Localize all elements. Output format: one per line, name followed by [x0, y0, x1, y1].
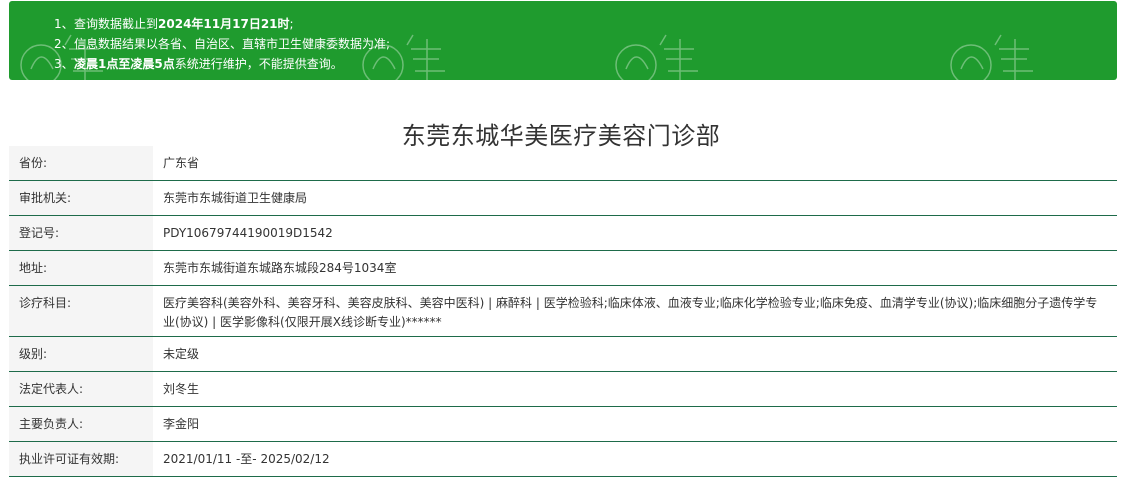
table-row-registration-number: 登记号: PDY10679744190019D1542 [9, 215, 1117, 251]
table-row-license-validity: 执业许可证有效期: 2021/01/11 -至- 2025/02/12 [9, 441, 1117, 477]
notice-banner: 1、查询数据截止到2024年11月17日21时; 2、信息数据结果以各省、自治区… [9, 1, 1117, 80]
row-label: 法定代表人: [9, 371, 153, 407]
row-label-text: 诊疗科目: [19, 296, 72, 310]
row-label-text: 主要负责人: [19, 417, 84, 431]
row-label: 执业许可证有效期: [9, 441, 153, 477]
row-value: 李金阳 [153, 406, 1117, 442]
row-value-text: 东莞市东城街道卫生健康局 [163, 191, 308, 205]
table-row-legal-representative: 法定代表人: 刘冬生 [9, 371, 1117, 407]
row-value: 东莞市东城街道东城路东城段284号1034室 [153, 250, 1117, 286]
row-value: 东莞市东城街道卫生健康局 [153, 180, 1117, 216]
watermark-logo-icon [362, 34, 445, 80]
row-label: 地址: [9, 250, 153, 286]
row-value-text: 刘冬生 [163, 382, 200, 396]
row-label-text: 级别: [19, 347, 48, 361]
row-label-text: 审批机关: [19, 191, 72, 205]
row-label: 诊疗科目: [9, 285, 153, 337]
row-label-text: 法定代表人: [19, 382, 84, 396]
notice-item-text-end: 系统进行维护，不能提供查询。 [174, 57, 343, 71]
row-value: PDY10679744190019D1542 [153, 215, 1117, 251]
row-value-text: 李金阳 [163, 417, 200, 431]
table-row-level: 级别: 未定级 [9, 336, 1117, 372]
row-value-text: 东莞市东城街道东城路东城段284号1034室 [163, 261, 397, 275]
row-label: 省份: [9, 146, 153, 181]
table-row-province: 省份: 广东省 [9, 146, 1117, 181]
row-label-text: 省份: [19, 156, 48, 170]
table-row-departments: 诊疗科目: 医疗美容科(美容外科、美容牙科、美容皮肤科、美容中医科) | 麻醉科… [9, 285, 1117, 337]
notice-item-highlight: 2024年11月17日21时 [158, 17, 290, 31]
row-label-text: 地址: [19, 261, 48, 275]
watermark-logo-icon [615, 34, 698, 80]
row-value-text: PDY10679744190019D1542 [163, 226, 333, 240]
row-value: 未定级 [153, 336, 1117, 372]
row-label-text: 执业许可证有效期: [19, 452, 120, 466]
watermark-logo-icon [20, 34, 103, 80]
row-value: 2021/01/11 -至- 2025/02/12 [153, 441, 1117, 477]
table-row-approval-authority: 审批机关: 东莞市东城街道卫生健康局 [9, 180, 1117, 216]
row-value: 刘冬生 [153, 371, 1117, 407]
row-value-text: 2021/01/11 -至- 2025/02/12 [163, 452, 330, 466]
row-label-text: 登记号: [19, 226, 60, 240]
notice-item-text-end: ; [289, 17, 294, 31]
row-value: 医疗美容科(美容外科、美容牙科、美容皮肤科、美容中医科) | 麻醉科 | 医学检… [153, 285, 1117, 337]
institution-info-table: 省份: 广东省 审批机关: 东莞市东城街道卫生健康局 登记号: PDY10679… [9, 146, 1117, 477]
row-value-text: 未定级 [163, 347, 200, 361]
row-label: 主要负责人: [9, 406, 153, 442]
notice-item-text: 信息数据结果以各省、自治区、直辖市卫生健康委数据为准; [74, 37, 391, 51]
row-value: 广东省 [153, 146, 1117, 181]
row-value-text: 医疗美容科(美容外科、美容牙科、美容皮肤科、美容中医科) | 麻醉科 | 医学检… [163, 296, 1098, 329]
table-row-principal: 主要负责人: 李金阳 [9, 406, 1117, 442]
row-value-text: 广东省 [163, 156, 200, 170]
watermark-logo-icon [950, 34, 1033, 80]
table-row-address: 地址: 东莞市东城街道东城路东城段284号1034室 [9, 250, 1117, 286]
row-label: 审批机关: [9, 180, 153, 216]
row-label: 登记号: [9, 215, 153, 251]
row-label: 级别: [9, 336, 153, 372]
